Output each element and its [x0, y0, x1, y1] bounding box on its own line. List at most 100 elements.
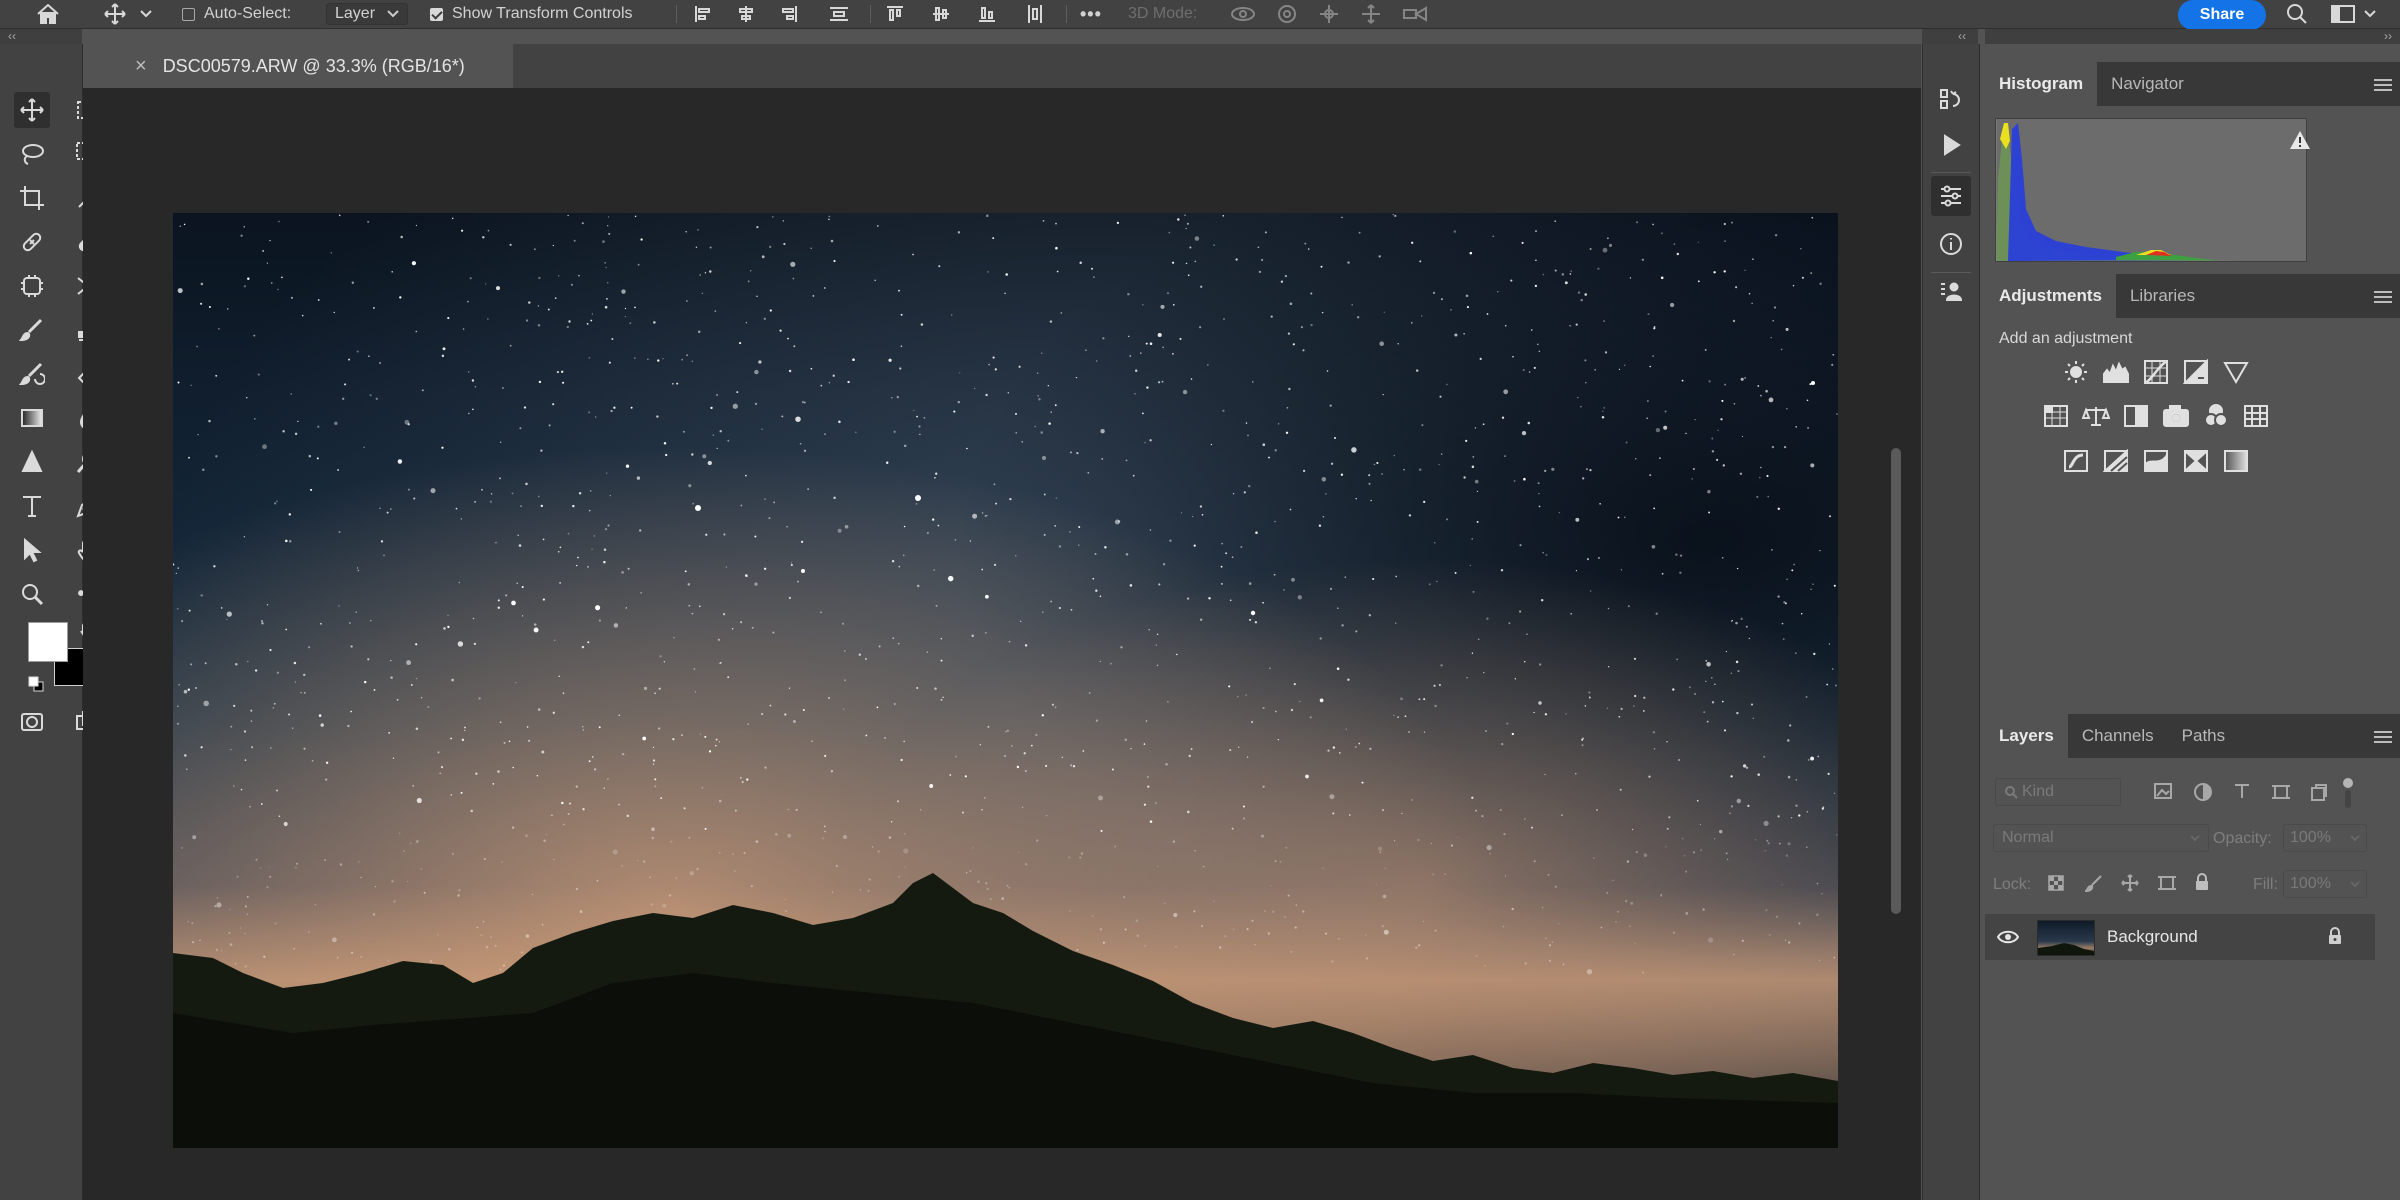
dodge-tool-icon[interactable] — [14, 444, 50, 480]
gradient-map-icon[interactable] — [2221, 446, 2251, 476]
posterize-icon[interactable] — [2101, 446, 2131, 476]
opacity-input[interactable]: 100% — [2283, 824, 2367, 852]
document-tab-bar: × DSC00579.ARW @ 33.3% (RGB/16*) — [83, 44, 1921, 88]
layer-filter-kind-dropdown[interactable]: Kind — [1995, 778, 2121, 806]
tab-adjustments[interactable]: Adjustments — [1985, 274, 2116, 318]
align-bottom-edges-icon[interactable] — [974, 0, 1000, 28]
tab-paths[interactable]: Paths — [2168, 714, 2239, 758]
properties-panel-icon[interactable] — [1931, 176, 1971, 216]
document-tab[interactable]: × DSC00579.ARW @ 33.3% (RGB/16*) — [83, 44, 513, 88]
more-options-button[interactable]: ••• — [1080, 0, 1102, 28]
tab-libraries[interactable]: Libraries — [2116, 274, 2209, 318]
warning-icon[interactable] — [2289, 130, 2311, 150]
photo-filter-icon[interactable] — [2161, 401, 2191, 431]
align-right-edges-icon[interactable] — [776, 0, 802, 28]
search-icon[interactable] — [2282, 0, 2312, 28]
blend-mode-dropdown[interactable]: Normal — [1993, 824, 2209, 852]
spot-healing-brush-icon[interactable] — [14, 224, 50, 260]
filter-type-icon[interactable] — [2233, 782, 2251, 800]
panels-collapse-strip[interactable]: ›› — [1985, 29, 2400, 45]
black-white-icon[interactable] — [2121, 401, 2151, 431]
path-selection-icon[interactable] — [14, 532, 50, 568]
workspace-icon[interactable] — [2328, 0, 2358, 28]
gradient-tool-icon[interactable] — [14, 400, 50, 436]
lock-label: Lock: — [1993, 876, 2032, 893]
close-tab-icon[interactable]: × — [135, 55, 147, 78]
share-button[interactable]: Share — [2178, 0, 2266, 30]
show-transform-controls-toggle[interactable]: Show Transform Controls — [430, 0, 633, 28]
history-brush-icon[interactable] — [14, 356, 50, 392]
tab-layers[interactable]: Layers — [1985, 714, 2068, 758]
tools-collapse-strip[interactable]: ‹‹ — [0, 29, 82, 45]
align-vertical-centers-icon[interactable] — [928, 0, 954, 28]
canvas-vertical-scrollbar[interactable] — [1891, 448, 1901, 914]
vibrance-icon[interactable] — [2221, 357, 2251, 387]
lock-all-icon[interactable] — [2193, 872, 2211, 892]
invert-icon[interactable] — [2061, 446, 2091, 476]
layers-panel-menu-icon[interactable] — [2374, 728, 2392, 746]
home-icon[interactable] — [30, 0, 66, 28]
threshold-icon[interactable] — [2141, 446, 2171, 476]
workspace-chevron-icon[interactable] — [2362, 0, 2378, 28]
align-left-edges-icon[interactable] — [690, 0, 716, 28]
auto-select-toggle[interactable]: Auto-Select: — [182, 0, 291, 28]
lock-transparent-pixels-icon[interactable] — [2047, 874, 2065, 892]
actions-play-icon[interactable] — [1931, 125, 1971, 165]
hue-saturation-icon[interactable] — [2041, 401, 2071, 431]
selective-color-icon[interactable] — [2181, 446, 2211, 476]
brightness-contrast-icon[interactable] — [2061, 357, 2091, 387]
type-tool-icon[interactable] — [14, 488, 50, 524]
channel-mixer-icon[interactable] — [2201, 401, 2231, 431]
history-panel-icon[interactable] — [1931, 80, 1971, 120]
auto-select-target-dropdown[interactable]: Layer — [326, 0, 409, 28]
reset-colors-icon[interactable] — [28, 676, 44, 692]
tab-navigator[interactable]: Navigator — [2097, 62, 2198, 106]
distribute-vertical-icon[interactable] — [826, 0, 852, 28]
patch-tool-icon[interactable] — [14, 268, 50, 304]
adjustments-panel-menu-icon[interactable] — [2374, 288, 2392, 306]
curves-icon[interactable] — [2141, 357, 2171, 387]
tool-preset-chevron-icon[interactable] — [138, 0, 154, 28]
auto-select-checkbox[interactable] — [182, 7, 195, 21]
move-tool-icon[interactable] — [100, 0, 130, 28]
lock-artboard-icon[interactable] — [2157, 874, 2177, 892]
fill-input[interactable]: 100% — [2283, 870, 2367, 898]
document-canvas-image[interactable] — [173, 213, 1838, 1148]
filter-shape-icon[interactable] — [2271, 782, 2291, 802]
filter-pixel-icon[interactable] — [2153, 782, 2173, 800]
filter-smart-object-icon[interactable] — [2309, 782, 2329, 802]
tab-histogram[interactable]: Histogram — [1985, 62, 2098, 106]
layer-row-background[interactable]: Background — [1985, 914, 2375, 960]
color-balance-icon[interactable] — [2081, 401, 2111, 431]
add-adjustment-label: Add an adjustment — [1999, 330, 2133, 347]
exposure-icon[interactable] — [2181, 357, 2211, 387]
filter-toggle[interactable] — [2339, 778, 2353, 810]
levels-icon[interactable] — [2101, 357, 2131, 387]
show-transform-checkbox[interactable] — [430, 7, 443, 21]
tab-channels[interactable]: Channels — [2068, 714, 2168, 758]
distribute-horizontal-icon[interactable] — [1022, 0, 1048, 28]
canvas-area[interactable] — [83, 88, 1921, 1200]
color-lookup-icon[interactable] — [2241, 401, 2271, 431]
align-horizontal-centers-icon[interactable] — [733, 0, 759, 28]
foreground-color-swatch[interactable] — [28, 622, 68, 662]
iconcol-collapse-strip[interactable]: ‹‹ — [1922, 29, 1978, 45]
brush-tool-icon[interactable] — [14, 312, 50, 348]
chevron-down-icon — [387, 10, 399, 18]
quick-mask-icon[interactable] — [14, 704, 50, 740]
info-panel-icon[interactable] — [1931, 224, 1971, 264]
crop-tool-icon[interactable] — [14, 180, 50, 216]
zoom-tool-icon[interactable] — [14, 576, 50, 612]
drag-3d-icon — [1314, 0, 1344, 28]
document-tab-title: DSC00579.ARW @ 33.3% (RGB/16*) — [162, 55, 465, 76]
lock-position-icon[interactable] — [2121, 874, 2139, 892]
align-top-edges-icon[interactable] — [882, 0, 908, 28]
options-bar: Auto-Select: Layer Show Transform Contro… — [0, 0, 2400, 30]
lasso-tool-icon[interactable] — [14, 136, 50, 172]
filter-adjustment-icon[interactable] — [2193, 782, 2213, 802]
lock-image-pixels-icon[interactable] — [2085, 874, 2103, 892]
eye-visibility-icon[interactable] — [1997, 929, 2019, 945]
learn-panel-icon[interactable] — [1931, 272, 1971, 312]
move-tool-icon[interactable] — [14, 92, 50, 128]
histogram-panel-menu-icon[interactable] — [2374, 76, 2392, 94]
